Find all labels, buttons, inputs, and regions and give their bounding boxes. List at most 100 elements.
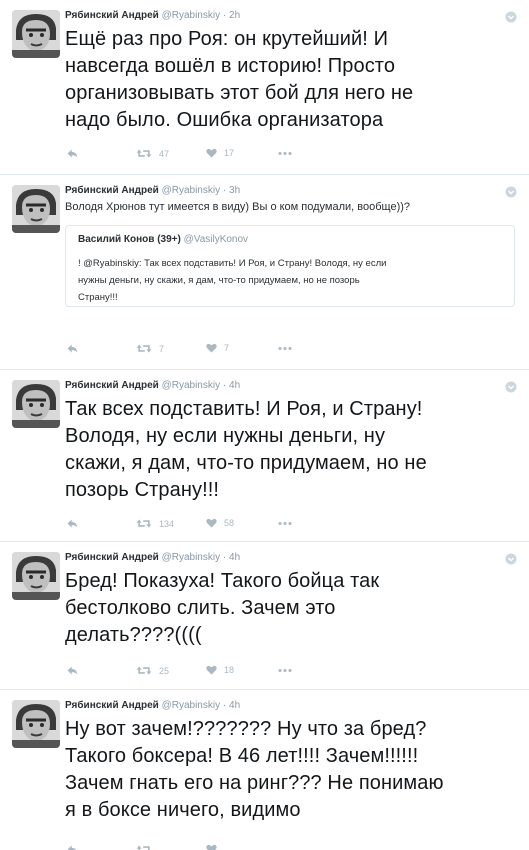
retweet-icon bbox=[135, 843, 153, 850]
tweet[interactable]: Рябинский Андрей @Ryabinskiy · 2h Ещё ра… bbox=[0, 0, 529, 175]
retweet-button[interactable]: 7 bbox=[135, 342, 164, 355]
reply-button[interactable] bbox=[65, 664, 80, 677]
retweet-button[interactable]: 47 bbox=[135, 147, 169, 160]
quoted-text-line: Страну!!! bbox=[78, 292, 118, 303]
reply-button[interactable] bbox=[65, 342, 80, 355]
heart-icon bbox=[205, 517, 218, 529]
retweet-button[interactable]: 134 bbox=[135, 517, 174, 530]
reply-button[interactable] bbox=[65, 843, 80, 850]
separator: · bbox=[222, 10, 227, 21]
quoted-tweet[interactable]: Василий Конов (39+) @VasilyKonov ! @Ryab… bbox=[65, 225, 515, 307]
tweet-header: Рябинский Андрей @Ryabinskiy · 4h bbox=[65, 380, 240, 391]
tweet-header: Рябинский Андрей @Ryabinskiy · 4h bbox=[65, 700, 240, 711]
timestamp[interactable]: 4h bbox=[229, 700, 240, 711]
tweet-text: Ну вот зачем!??????? Ну что за бред? Так… bbox=[65, 716, 444, 824]
like-button[interactable]: 18 bbox=[205, 664, 234, 676]
tweet[interactable]: Рябинский Андрей @Ryabinskiy · 3h Володя… bbox=[0, 175, 529, 370]
avatar[interactable] bbox=[12, 552, 60, 600]
retweet-button[interactable] bbox=[135, 843, 159, 850]
avatar[interactable] bbox=[12, 10, 60, 58]
reply-arrow-icon bbox=[65, 517, 80, 530]
tweet-text-line: скажи, я дам, что-то придумаем, но не bbox=[65, 452, 427, 474]
tweet-header: Рябинский Андрей @Ryabinskiy · 4h bbox=[65, 552, 240, 563]
author-handle[interactable]: @Ryabinskiy bbox=[162, 185, 221, 196]
heart-icon bbox=[205, 342, 218, 354]
retweet-count: 25 bbox=[159, 665, 170, 676]
author-name[interactable]: Рябинский Андрей bbox=[65, 380, 159, 391]
reply-button[interactable] bbox=[65, 147, 80, 160]
author-name[interactable]: Рябинский Андрей bbox=[65, 10, 159, 21]
chevron-down-icon[interactable] bbox=[505, 553, 517, 565]
tweet-text-line: позорь Страну!!! bbox=[65, 479, 220, 501]
tweet-header: Рябинский Андрей @Ryabinskiy · 3h bbox=[65, 185, 240, 196]
more-dots-icon bbox=[277, 668, 293, 673]
more-button[interactable] bbox=[277, 346, 293, 351]
timestamp[interactable]: 4h bbox=[229, 380, 240, 391]
tweet-actions: 134 58 bbox=[65, 517, 365, 533]
like-button[interactable]: 58 bbox=[205, 517, 234, 529]
separator: · bbox=[222, 700, 227, 711]
separator: · bbox=[222, 380, 227, 391]
tweet-header: Рябинский Андрей @Ryabinskiy · 2h bbox=[65, 10, 240, 21]
tweet-actions: 25 18 bbox=[65, 664, 365, 680]
tweet[interactable]: Рябинский Андрей @Ryabinskiy · 4h Бред! … bbox=[0, 542, 529, 690]
quoted-text-line: ! @Ryabinskiy: Так всех подставить! И Ро… bbox=[78, 258, 387, 269]
retweet-icon bbox=[135, 664, 153, 677]
timestamp[interactable]: 4h bbox=[229, 552, 240, 563]
heart-icon bbox=[205, 147, 218, 159]
tweet-text-line: Так всех подставить! И Роя, и Страну! bbox=[65, 398, 423, 420]
author-name[interactable]: Рябинский Андрей bbox=[65, 552, 159, 563]
more-dots-icon bbox=[277, 151, 293, 156]
heart-icon bbox=[205, 664, 218, 676]
separator: · bbox=[222, 185, 227, 196]
tweet[interactable]: Рябинский Андрей @Ryabinskiy · 4h Так вс… bbox=[0, 370, 529, 542]
author-handle[interactable]: @Ryabinskiy bbox=[162, 380, 221, 391]
tweet-actions bbox=[65, 843, 365, 850]
avatar[interactable] bbox=[12, 380, 60, 428]
quoted-author-handle[interactable]: @VasilyKonov bbox=[184, 234, 248, 245]
tweet-text-line: Володя, ну если нужны деньги, ну bbox=[65, 425, 386, 447]
avatar[interactable] bbox=[12, 185, 60, 233]
retweet-icon bbox=[135, 342, 153, 355]
tweet-text: Володя Хрюнов тут имеется в виду) Вы о к… bbox=[65, 201, 411, 213]
like-button[interactable]: 7 bbox=[205, 342, 229, 354]
retweet-icon bbox=[135, 147, 153, 160]
more-dots-icon bbox=[277, 521, 293, 526]
timestamp[interactable]: 2h bbox=[229, 10, 240, 21]
chevron-down-icon[interactable] bbox=[505, 186, 517, 198]
retweet-button[interactable]: 25 bbox=[135, 664, 169, 677]
chevron-down-icon[interactable] bbox=[505, 11, 517, 23]
author-handle[interactable]: @Ryabinskiy bbox=[162, 700, 221, 711]
tweet-text-line: организовывать этот бой для него не bbox=[65, 82, 414, 104]
more-button[interactable] bbox=[277, 151, 293, 156]
quoted-text-line: нужны деньги, ну скажи, я дам, что-то пр… bbox=[78, 275, 360, 286]
like-count: 7 bbox=[224, 343, 230, 353]
like-button[interactable]: 17 bbox=[205, 147, 234, 159]
author-name[interactable]: Рябинский Андрей bbox=[65, 185, 159, 196]
avatar[interactable] bbox=[12, 700, 60, 748]
tweet[interactable]: Рябинский Андрей @Ryabinskiy · 4h Ну вот… bbox=[0, 690, 529, 850]
reply-button[interactable] bbox=[65, 517, 80, 530]
quoted-author-name[interactable]: Василий Конов (39+) bbox=[78, 234, 181, 245]
more-button[interactable] bbox=[277, 668, 293, 673]
timestamp[interactable]: 3h bbox=[229, 185, 240, 196]
like-count: 17 bbox=[224, 148, 235, 158]
author-handle[interactable]: @Ryabinskiy bbox=[162, 10, 221, 21]
tweet-text: Так всех подставить! И Роя, и Страну! Во… bbox=[65, 396, 427, 504]
retweet-icon bbox=[135, 517, 153, 530]
tweet-text-line: я в боксе ничего, видимо bbox=[65, 799, 301, 821]
more-dots-icon bbox=[277, 346, 293, 351]
tweet-text-line: Зачем гнать его на ринг??? Не понимаю bbox=[65, 772, 444, 794]
tweet-text-line: Ещё раз про Роя: он крутейший! И bbox=[65, 28, 389, 50]
like-button[interactable] bbox=[205, 843, 224, 850]
more-button[interactable] bbox=[277, 521, 293, 526]
tweet-text-line: Ну вот зачем!??????? Ну что за бред? bbox=[65, 718, 427, 740]
author-handle[interactable]: @Ryabinskiy bbox=[162, 552, 221, 563]
tweet-text-line: надо было. Ошибка организатора bbox=[65, 109, 384, 131]
author-name[interactable]: Рябинский Андрей bbox=[65, 700, 159, 711]
heart-icon bbox=[205, 843, 218, 850]
like-count: 18 bbox=[224, 665, 235, 675]
chevron-down-icon[interactable] bbox=[505, 381, 517, 393]
tweet-text: Ещё раз про Роя: он крутейший! И навсегд… bbox=[65, 26, 413, 134]
separator: · bbox=[222, 552, 227, 563]
